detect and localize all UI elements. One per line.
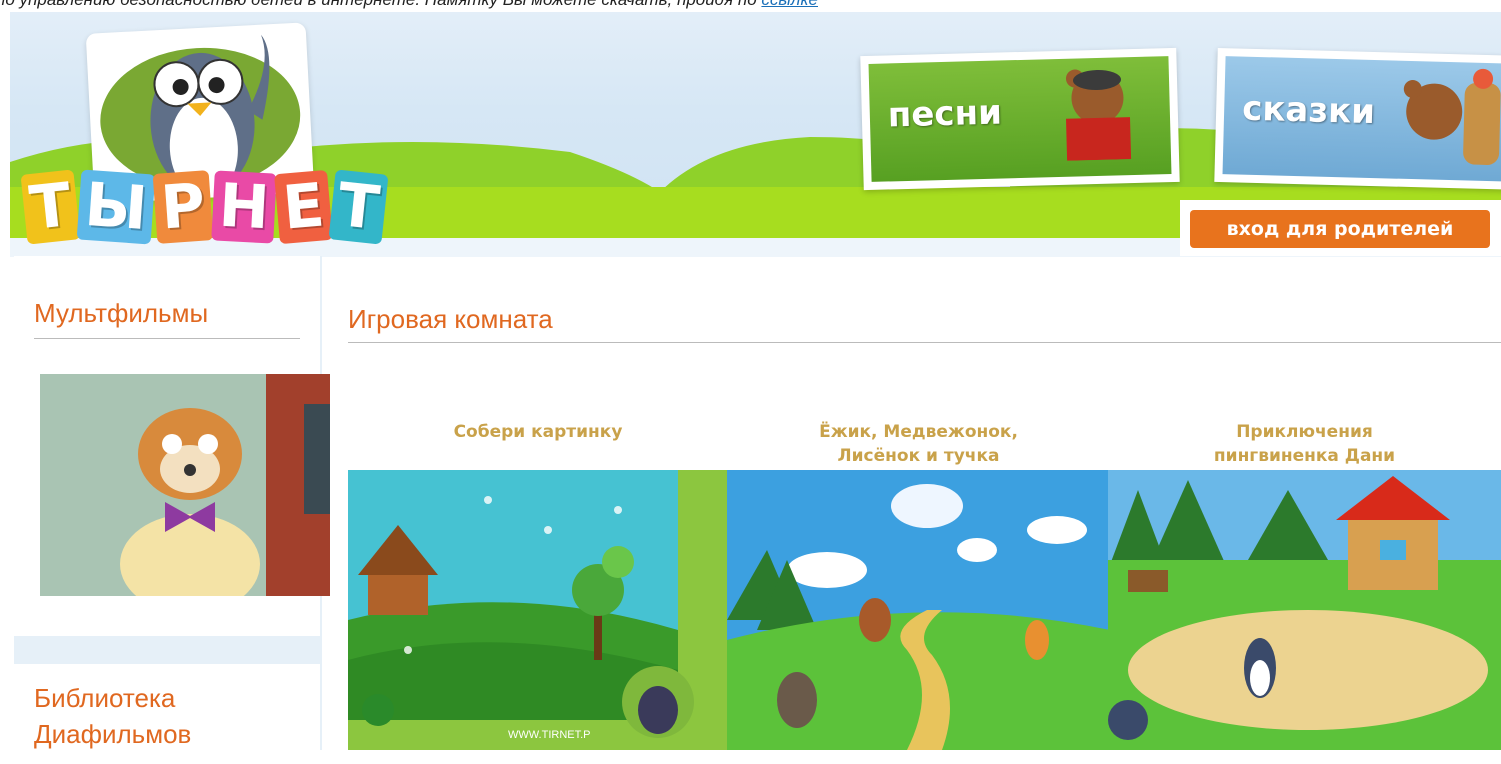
game-thumbnail-penguin[interactable] [1108, 470, 1501, 750]
game-room-divider [348, 342, 1501, 343]
game-room: Игровая комната Собери картинку Ёжик, Ме… [330, 270, 1501, 750]
songs-label: песни [887, 92, 1003, 136]
logo-letter: Е [274, 169, 334, 245]
game-title-line: Ёжик, Медвежонок, [819, 422, 1018, 442]
game-title-penguin[interactable]: Приключения пингвиненка Дани [1108, 420, 1501, 468]
site-logo[interactable]: Т Ы Р Н Е Т [20, 169, 389, 245]
filmstrip-library-section: Библиотека Диафильмов [14, 664, 320, 764]
game-title-puzzle[interactable]: Собери картинку [348, 420, 728, 444]
cartoons-title[interactable]: Мультфильмы [34, 298, 208, 329]
logo-letter: Н [211, 170, 278, 244]
game-thumbnail-hedgehog[interactable] [727, 470, 1110, 750]
parents-login-label: вход для родителей [1190, 210, 1490, 248]
game-room-title: Игровая комната [348, 304, 553, 334]
logo-letter: Ы [76, 169, 156, 245]
cartoons-section: Мультфильмы [14, 256, 336, 636]
library-title-line2: Диафильмов [34, 719, 192, 749]
top-notice-text: по управлению безопасностью детей в инте… [0, 0, 761, 9]
logo-letter: Р [152, 170, 214, 244]
library-title-line1: Библиотека [34, 683, 176, 713]
game-title-line: Собери картинку [453, 422, 623, 442]
game-title-line: Лисёнок и тучка [837, 446, 1000, 466]
parents-login-button[interactable]: вход для родителей [1180, 200, 1501, 256]
top-notice-link[interactable]: ссылке [761, 0, 818, 9]
game-thumbnail-puzzle[interactable]: WWW.TIRNET.P [348, 470, 728, 750]
library-title[interactable]: Библиотека Диафильмов [34, 680, 191, 752]
songs-button[interactable]: песни [860, 47, 1180, 191]
tales-button[interactable]: сказки [1214, 47, 1501, 191]
game-title-hedgehog[interactable]: Ёжик, Медвежонок, Лисёнок и тучка [727, 420, 1110, 468]
game-title-line: Приключения [1236, 422, 1373, 442]
penguin-adventure-image [1108, 470, 1501, 750]
top-notice: по управлению безопасностью детей в инте… [0, 0, 1501, 12]
hedgehog-scene-image [727, 470, 1110, 750]
puzzle-watermark: WWW.TIRNET.P [508, 729, 591, 741]
logo-letter: Т [328, 169, 389, 245]
cartoons-divider [34, 338, 300, 339]
puzzle-scene-image: WWW.TIRNET.P [348, 470, 728, 750]
logo-letter: Т [20, 169, 81, 245]
cartoon-cat-image [40, 374, 336, 596]
cartoon-thumbnail[interactable] [40, 374, 336, 596]
tales-label: сказки [1241, 88, 1376, 133]
sidebar: Мультфильмы Библиотека Диафильмов [14, 256, 336, 764]
game-title-line: пингвиненка Дани [1213, 446, 1396, 466]
